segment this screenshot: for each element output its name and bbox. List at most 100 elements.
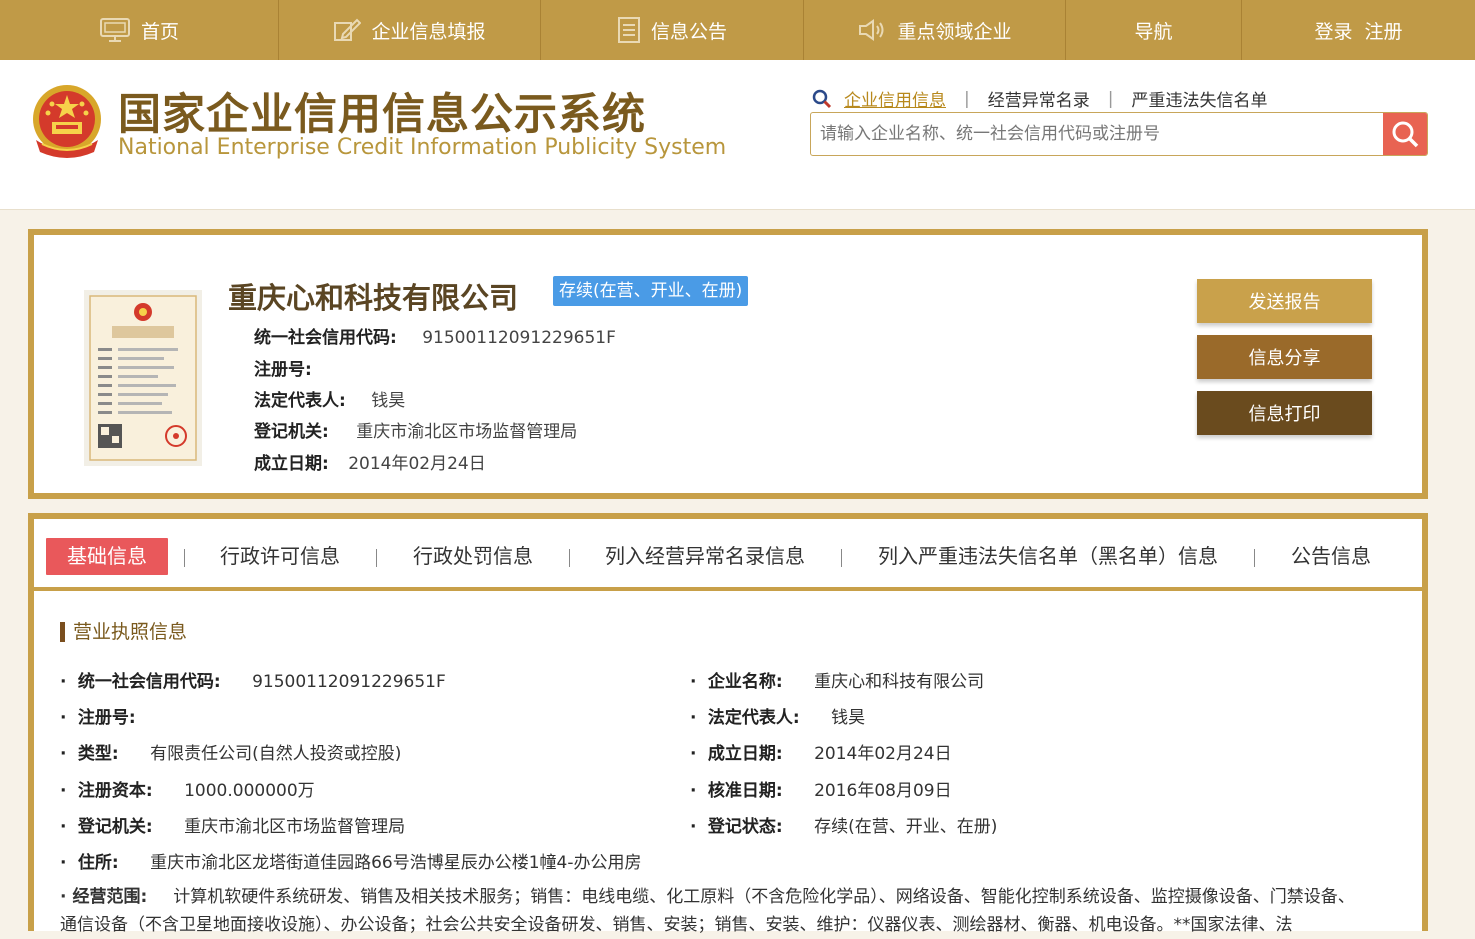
search-link-abnormal-list[interactable]: 经营异常名录 xyxy=(988,86,1090,111)
detail-label: 企业名称: xyxy=(707,672,783,692)
bullet: · xyxy=(60,853,67,873)
authority-value: 重庆市渝北区市场监督管理局 xyxy=(356,422,578,442)
detail-label: 注册资本: xyxy=(77,781,153,801)
detail-label: 法定代表人: xyxy=(707,708,800,728)
share-info-button[interactable]: 信息分享 xyxy=(1197,335,1372,379)
detail-credit-code: · 统一社会信用代码: 91500112091229651F xyxy=(60,667,446,692)
company-summary-card: 重庆心和科技有限公司 存续(在营、开业、在册) 统一社会信用代码: 915001… xyxy=(28,229,1428,499)
authority-label: 登记机关: xyxy=(254,422,329,442)
business-license-image[interactable] xyxy=(84,290,202,466)
reg-no-label: 注册号: xyxy=(254,360,312,380)
detail-label: 注册号: xyxy=(77,708,136,728)
search-link-blacklist[interactable]: 严重违法失信名单 xyxy=(1131,86,1267,111)
nav-account: 登录 注册 xyxy=(1242,0,1475,60)
legal-rep-label: 法定代表人: xyxy=(254,391,346,411)
detail-value: 2016年08月09日 xyxy=(814,781,952,801)
tab-abnormal-list[interactable]: 列入经营异常名录信息 xyxy=(605,538,805,575)
detail-label: 类型: xyxy=(77,744,119,764)
detail-reg-no: · 注册号: xyxy=(60,703,136,728)
tab-basic-info[interactable]: 基础信息 xyxy=(46,538,168,575)
bullet: · xyxy=(60,708,67,728)
detail-label: 成立日期: xyxy=(707,744,783,764)
nav-home[interactable]: 首页 xyxy=(0,0,279,60)
detail-approve-date: · 核准日期: 2016年08月09日 xyxy=(690,776,952,801)
login-link[interactable]: 登录 xyxy=(1314,17,1352,44)
detail-value: 重庆心和科技有限公司 xyxy=(814,672,985,692)
site-title-en: National Enterprise Credit Information P… xyxy=(118,135,727,160)
search-button[interactable] xyxy=(1383,113,1427,155)
speaker-icon xyxy=(859,19,884,41)
bullet: · xyxy=(690,708,697,728)
tab-separator xyxy=(1254,549,1255,567)
detail-value: 钱昊 xyxy=(831,708,866,728)
bullet: · xyxy=(60,887,67,907)
detail-business-scope: · 经营范围: 计算机软硬件系统研发、销售及相关技术服务；销售：电线电缆、化工原料（… xyxy=(60,883,1370,939)
detail-value: 计算机软硬件系统研发、销售及相关技术服务；销售：电线电缆、化工原料（不含危险化学… xyxy=(60,887,1355,935)
detail-value: 存续(在营、开业、在册) xyxy=(814,817,998,837)
separator: | xyxy=(1107,88,1114,109)
tab-blacklist[interactable]: 列入严重违法失信名单（黑名单）信息 xyxy=(878,538,1218,575)
tab-separator xyxy=(184,549,185,567)
magnifier-icon xyxy=(1392,121,1419,148)
credit-code-row: 统一社会信用代码: 91500112091229651F xyxy=(254,323,616,348)
nav-fill-label: 企业信息填报 xyxy=(371,20,486,43)
nav-notice[interactable]: 信息公告 xyxy=(541,0,804,60)
tab-admin-license[interactable]: 行政许可信息 xyxy=(220,538,340,575)
detail-company-name: · 企业名称: 重庆心和科技有限公司 xyxy=(690,667,984,692)
detail-legal-rep: · 法定代表人: 钱昊 xyxy=(690,703,865,728)
nav-key-enterprise[interactable]: 重点领域企业 xyxy=(804,0,1066,60)
detail-value: 有限责任公司(自然人投资或控股) xyxy=(150,744,402,764)
nav-fill[interactable]: 企业信息填报 xyxy=(279,0,541,60)
send-report-button[interactable]: 发送报告 xyxy=(1197,279,1372,323)
national-emblem-logo xyxy=(33,85,101,158)
detail-est-date: · 成立日期: 2014年02月24日 xyxy=(690,739,952,764)
bullet: · xyxy=(60,672,67,692)
bullet: · xyxy=(60,781,67,801)
info-tabs: 基础信息 行政许可信息 行政处罚信息 列入经营异常名录信息 列入严重违法失信名单… xyxy=(28,513,1428,591)
detail-label: 登记状态: xyxy=(707,817,783,837)
nav-guide[interactable]: 导航 xyxy=(1066,0,1242,60)
document-icon xyxy=(617,17,640,43)
tab-admin-penalty[interactable]: 行政处罚信息 xyxy=(413,538,533,575)
section-title: 营业执照信息 xyxy=(60,622,187,642)
search-icon xyxy=(812,89,832,108)
site-title: 国家企业信用信息公示系统 xyxy=(118,90,646,140)
detail-value: 重庆市渝北区市场监督管理局 xyxy=(184,817,406,837)
bullet: · xyxy=(690,744,697,764)
detail-authority: · 登记机关: 重庆市渝北区市场监督管理局 xyxy=(60,812,405,837)
search-input[interactable] xyxy=(811,113,1399,155)
tab-announcements[interactable]: 公告信息 xyxy=(1291,538,1371,575)
nav-notice-label: 信息公告 xyxy=(650,20,727,43)
est-date-label: 成立日期: xyxy=(254,454,329,474)
detail-value: 1000.000000万 xyxy=(184,781,315,801)
detail-label: 核准日期: xyxy=(707,781,783,801)
bullet: · xyxy=(690,672,697,692)
detail-type: · 类型: 有限责任公司(自然人投资或控股) xyxy=(60,739,401,764)
detail-label: 登记机关: xyxy=(77,817,153,837)
nav-key-label: 重点领域企业 xyxy=(897,20,1012,43)
search-type-links: 企业信用信息 | 经营异常名录 | 严重违法失信名单 xyxy=(812,86,1267,111)
monitor-icon xyxy=(99,18,130,42)
separator: | xyxy=(964,88,970,109)
detail-reg-status: · 登记状态: 存续(在营、开业、在册) xyxy=(690,812,997,837)
edit-icon xyxy=(334,18,362,41)
search-box xyxy=(810,112,1428,156)
detail-capital: · 注册资本: 1000.000000万 xyxy=(60,776,315,801)
detail-value: 重庆市渝北区龙塔街道佳园路66号浩博星辰办公楼1幢4-办公用房 xyxy=(150,853,642,873)
print-info-button[interactable]: 信息打印 xyxy=(1197,391,1372,435)
detail-label: 经营范围: xyxy=(72,887,148,907)
search-link-credit-info[interactable]: 企业信用信息 xyxy=(844,86,946,111)
credit-code-value: 91500112091229651F xyxy=(422,328,616,348)
register-link[interactable]: 注册 xyxy=(1365,17,1403,44)
detail-address: · 住所: 重庆市渝北区龙塔街道佳园路66号浩博星辰办公楼1幢4-办公用房 xyxy=(60,848,642,873)
tab-separator xyxy=(841,549,842,567)
legal-rep-value: 钱昊 xyxy=(371,391,406,411)
tab-separator xyxy=(569,549,570,567)
bullet: · xyxy=(60,744,67,764)
company-name: 重庆心和科技有限公司 xyxy=(228,281,519,315)
est-date-value: 2014年02月24日 xyxy=(348,454,486,474)
tab-separator xyxy=(376,549,377,567)
status-badge: 存续(在营、开业、在册) xyxy=(553,276,749,306)
detail-value: 91500112091229651F xyxy=(252,672,446,692)
reg-no-row: 注册号: xyxy=(254,355,312,380)
